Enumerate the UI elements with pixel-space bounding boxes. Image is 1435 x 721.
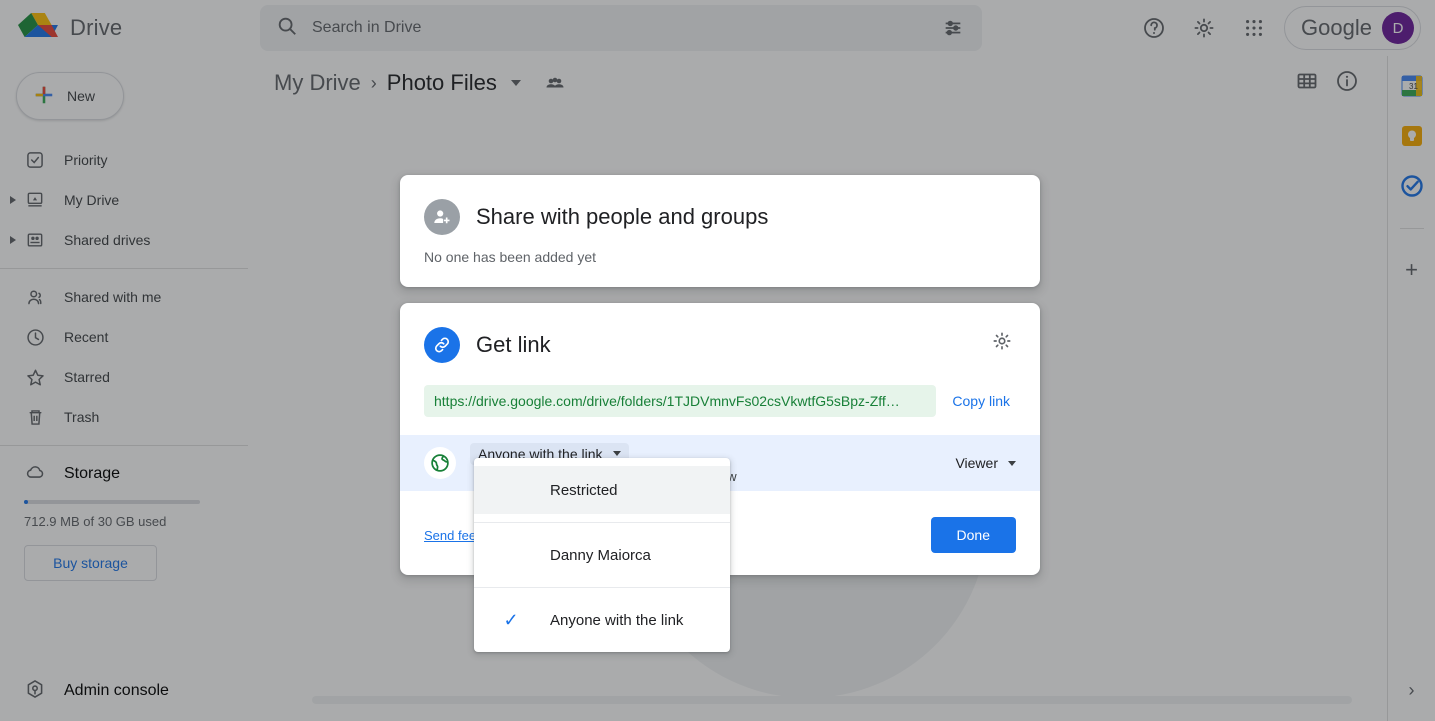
get-link-header: Get link — [424, 327, 1016, 363]
share-link-row: https://drive.google.com/drive/folders/1… — [424, 385, 1016, 417]
link-settings-gear-icon[interactable] — [986, 325, 1018, 357]
share-link-field[interactable]: https://drive.google.com/drive/folders/1… — [424, 385, 937, 417]
globe-icon — [424, 447, 456, 479]
share-people-card: Share with people and groups No one has … — [400, 175, 1040, 287]
share-link-text: https://drive.google.com/drive/folders/1… — [434, 393, 900, 409]
menu-item-restricted[interactable]: Restricted — [474, 466, 730, 514]
menu-item-label: Danny Maiorca — [550, 546, 651, 564]
menu-item-label: Restricted — [550, 481, 618, 499]
menu-divider — [474, 522, 730, 523]
link-access-menu: Restricted Danny Maiorca ✓ Anyone with t… — [474, 458, 730, 652]
menu-item-danny-maiorca[interactable]: Danny Maiorca — [474, 531, 730, 579]
menu-divider — [474, 587, 730, 588]
drive-share-screen: Drive Search in Drive Google D New Prior… — [0, 0, 1435, 721]
chevron-down-icon — [612, 451, 621, 456]
share-people-header: Share with people and groups — [424, 199, 1016, 235]
link-icon — [424, 327, 460, 363]
get-link-title: Get link — [476, 332, 551, 357]
person-add-icon — [424, 199, 460, 235]
role-label: Viewer — [955, 455, 998, 471]
chevron-down-icon — [1008, 460, 1016, 466]
menu-item-label: Anyone with the link — [550, 611, 684, 629]
done-button[interactable]: Done — [930, 517, 1016, 553]
share-people-title: Share with people and groups — [476, 204, 769, 229]
menu-item-anyone-with-the-link[interactable]: ✓ Anyone with the link — [474, 596, 730, 644]
check-icon: ✓ — [503, 609, 519, 630]
role-dropdown[interactable]: Viewer — [955, 455, 1016, 471]
copy-link-button[interactable]: Copy link — [952, 393, 1016, 409]
share-people-subtitle: No one has been added yet — [424, 249, 597, 265]
